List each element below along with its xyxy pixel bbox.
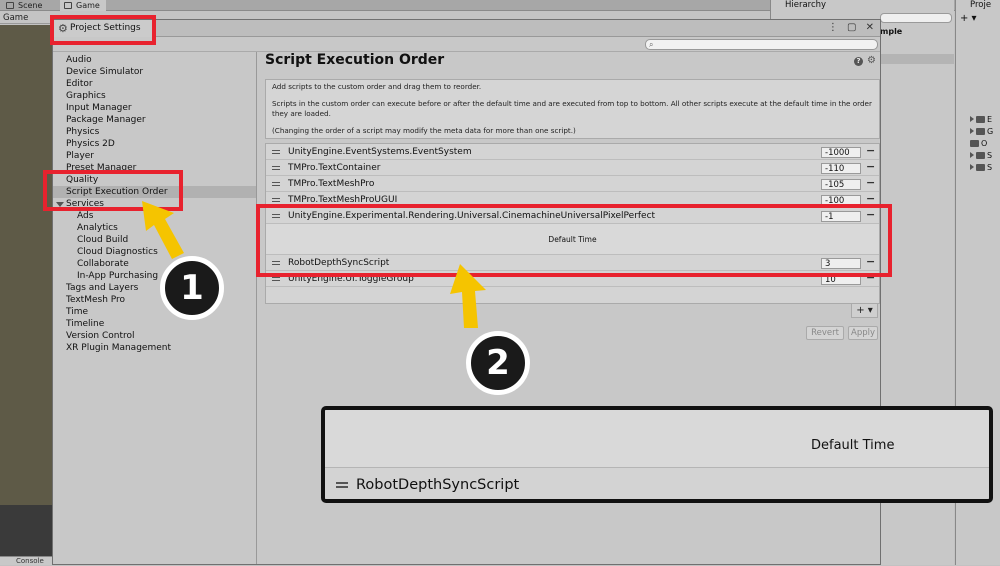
project-folder-row[interactable]: S — [970, 150, 992, 161]
remove-button[interactable]: − — [866, 176, 875, 190]
script-row[interactable]: TMPro.TextContainer -110 − — [266, 160, 879, 176]
zoom-default-time-label: Default Time — [811, 438, 895, 453]
hierarchy-search-input[interactable] — [880, 13, 952, 23]
sidebar-item-input-manager[interactable]: Input Manager — [53, 102, 256, 114]
page-title: Script Execution Order — [265, 52, 445, 68]
project-folder-row[interactable]: S — [970, 162, 992, 173]
project-tab[interactable]: Proje — [955, 0, 1000, 11]
drag-handle-icon[interactable] — [272, 198, 280, 199]
expand-icon — [970, 164, 974, 170]
sidebar-item-audio[interactable]: Audio — [53, 54, 256, 66]
apply-button[interactable]: Apply — [848, 326, 878, 340]
expand-icon — [970, 116, 974, 122]
step1-badge: 1 — [160, 256, 224, 320]
sidebar-item-package-manager[interactable]: Package Manager — [53, 114, 256, 126]
zoom-callout: Default Time RobotDepthSyncScript — [321, 406, 993, 503]
sidebar-item-physics[interactable]: Physics — [53, 126, 256, 138]
folder-icon — [976, 152, 985, 159]
info-box: Add scripts to the custom order and drag… — [265, 79, 880, 139]
window-controls[interactable]: ⋮ ▢ ✕ — [828, 21, 877, 35]
sidebar-item-player[interactable]: Player — [53, 150, 256, 162]
info-line: (Changing the order of a script may modi… — [272, 125, 576, 135]
sidebar-item-tags-and-layers[interactable]: Tags and Layers — [53, 282, 256, 294]
project-folder-row[interactable]: G — [970, 126, 993, 137]
sidebar-item-time[interactable]: Time — [53, 306, 256, 318]
hierarchy-selected-row[interactable] — [880, 54, 954, 64]
sidebar-item-graphics[interactable]: Graphics — [53, 90, 256, 102]
zoom-script-name: RobotDepthSyncScript — [356, 477, 520, 493]
scene-icon — [6, 2, 14, 9]
revert-button[interactable]: Revert — [806, 326, 844, 340]
script-row[interactable]: TMPro.TextMeshPro -105 − — [266, 176, 879, 192]
step1-arrow-icon — [142, 201, 184, 259]
remove-button[interactable]: − — [866, 160, 875, 174]
game-tab[interactable]: Game — [60, 0, 106, 11]
sidebar-item-editor[interactable]: Editor — [53, 78, 256, 90]
script-row[interactable]: UnityEngine.EventSystems.EventSystem -10… — [266, 144, 879, 160]
drag-handle-icon — [336, 482, 348, 484]
console-tab[interactable]: Console — [0, 556, 52, 565]
project-folder-row[interactable]: E — [970, 114, 992, 125]
sidebar-item-in-app-purchasing[interactable]: In-App Purchasing — [53, 270, 256, 282]
folder-icon — [976, 164, 985, 171]
add-script-button[interactable]: + ▾ — [851, 304, 878, 318]
window-titlebar: ⚙ Project Settings ⋮ ▢ ✕ — [53, 20, 880, 37]
info-line: Add scripts to the custom order and drag… — [272, 82, 482, 91]
step2-badge: 2 — [466, 331, 530, 395]
sidebar-item-textmesh-pro[interactable]: TextMesh Pro — [53, 294, 256, 306]
sidebar-item-xr-plugin-management[interactable]: XR Plugin Management — [53, 342, 256, 354]
highlight-project-settings-tab — [50, 15, 156, 45]
sidebar-item-physics-2d[interactable]: Physics 2D — [53, 138, 256, 150]
game-viewport — [0, 25, 52, 565]
scene-tab[interactable]: Scene — [2, 0, 48, 11]
order-value-input[interactable]: -110 — [821, 163, 861, 174]
folder-icon — [976, 116, 985, 123]
highlight-reordered-rows — [256, 204, 892, 277]
script-name: TMPro.TextMeshPro — [288, 179, 375, 189]
remove-button[interactable]: − — [866, 144, 875, 158]
game-display-dropdown[interactable]: Game — [3, 13, 28, 23]
zoom-default-time-band: Default Time — [325, 410, 989, 468]
project-folder-row[interactable]: O — [970, 138, 987, 149]
settings-sidebar: Audio Device Simulator Editor Graphics I… — [53, 52, 257, 564]
settings-gear-icon[interactable]: ⚙ — [867, 55, 876, 67]
zoom-script-row: RobotDepthSyncScript — [325, 468, 989, 499]
sidebar-item-timeline[interactable]: Timeline — [53, 318, 256, 330]
help-icon[interactable]: ? — [854, 57, 863, 66]
sidebar-item-device-simulator[interactable]: Device Simulator — [53, 66, 256, 78]
script-name: UnityEngine.EventSystems.EventSystem — [288, 147, 472, 157]
info-line: Scripts in the custom order can execute … — [272, 99, 872, 118]
window-toolbar: ⌕ — [53, 37, 880, 52]
expand-icon — [970, 152, 974, 158]
drag-handle-icon[interactable] — [272, 166, 280, 167]
drag-handle-icon[interactable] — [272, 277, 280, 278]
folder-icon — [970, 140, 979, 147]
game-icon — [64, 2, 72, 9]
order-value-input[interactable]: -1000 — [821, 147, 861, 158]
hierarchy-tab[interactable]: Hierarchy — [770, 0, 954, 11]
drag-handle-icon[interactable] — [272, 150, 280, 151]
folder-icon — [976, 128, 985, 135]
script-name: TMPro.TextContainer — [288, 163, 381, 173]
step2-arrow-icon — [450, 264, 486, 328]
search-icon: ⌕ — [649, 40, 654, 49]
order-value-input[interactable]: -105 — [821, 179, 861, 190]
settings-search-input[interactable]: ⌕ — [645, 39, 878, 50]
expand-icon — [970, 128, 974, 134]
project-add-button[interactable]: + ▾ — [960, 13, 977, 24]
drag-handle-icon[interactable] — [272, 182, 280, 183]
hierarchy-scene-item[interactable]: mple — [880, 26, 954, 38]
sidebar-item-version-control[interactable]: Version Control — [53, 330, 256, 342]
